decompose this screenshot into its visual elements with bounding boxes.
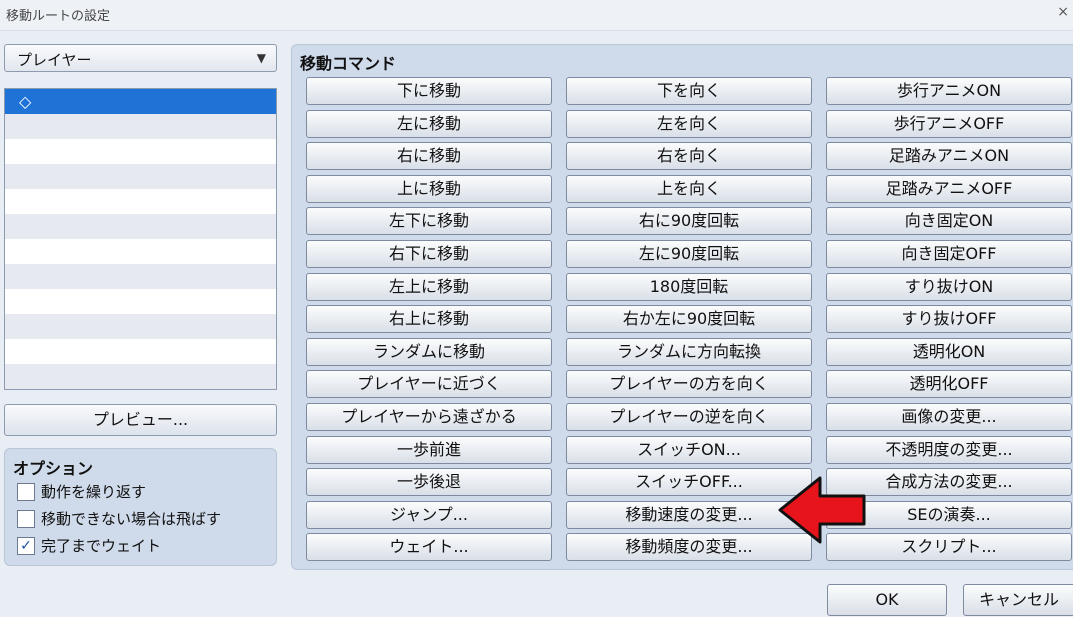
route-row[interactable]	[5, 214, 276, 239]
move-command-button[interactable]: 下に移動	[306, 77, 552, 105]
move-command-button[interactable]: 右上に移動	[306, 305, 552, 334]
option-repeat-label: 動作を繰り返す	[41, 483, 147, 501]
move-command-button[interactable]: ランダムに移動	[306, 337, 552, 366]
move-command-button[interactable]: すり抜けON	[826, 272, 1072, 301]
window-title: 移動ルートの設定	[6, 9, 111, 24]
route-row[interactable]	[5, 339, 276, 364]
move-command-button[interactable]: 一歩前進	[306, 435, 552, 464]
move-command-button[interactable]: 右下に移動	[306, 240, 552, 268]
move-command-button[interactable]: 右に90度回転	[566, 207, 812, 236]
chevron-down-icon: ▼	[256, 51, 266, 65]
checkbox-skip[interactable]	[17, 509, 35, 528]
move-command-title: 移動コマンド	[300, 54, 397, 73]
move-command-button[interactable]: 上を向く	[566, 174, 812, 203]
ok-button[interactable]: OK	[827, 584, 947, 616]
options-title: オプション	[13, 459, 94, 478]
preview-button[interactable]: プレビュー...	[4, 404, 277, 436]
move-command-button[interactable]: 左上に移動	[306, 272, 552, 301]
move-command-button[interactable]: 向き固定OFF	[826, 240, 1072, 268]
move-command-button[interactable]: 足踏みアニメON	[826, 142, 1072, 171]
character-select-value: プレイヤー	[17, 51, 92, 69]
move-command-button[interactable]: 透明化ON	[826, 337, 1072, 366]
option-wait-label: 完了までウェイト	[41, 537, 162, 555]
route-list[interactable]: ◇	[4, 88, 277, 390]
move-command-button[interactable]: 左下に移動	[306, 207, 552, 236]
move-command-button[interactable]: 向き固定ON	[826, 207, 1072, 236]
move-command-button[interactable]: プレイヤーから遠ざかる	[306, 403, 552, 431]
move-command-button[interactable]: 右を向く	[566, 142, 812, 171]
option-wait[interactable]: ✓ 完了までウェイト	[17, 535, 161, 559]
move-command-button[interactable]: 左を向く	[566, 109, 812, 138]
move-command-button[interactable]: すり抜けOFF	[826, 305, 1072, 334]
move-command-button[interactable]: 一歩後退	[306, 468, 552, 497]
move-command-button[interactable]: スイッチON...	[566, 435, 812, 464]
move-command-button[interactable]: 180度回転	[566, 272, 812, 301]
route-row[interactable]	[5, 239, 276, 264]
route-row[interactable]	[5, 164, 276, 189]
move-command-button[interactable]: 左に移動	[306, 109, 552, 138]
move-command-button[interactable]: 下を向く	[566, 77, 812, 105]
move-command-button[interactable]: 左に90度回転	[566, 240, 812, 268]
route-row[interactable]	[5, 114, 276, 139]
move-command-panel: 移動コマンド 下に移動左に移動右に移動上に移動左下に移動右下に移動左上に移動右上…	[291, 44, 1073, 570]
route-row[interactable]	[5, 264, 276, 289]
cancel-button[interactable]: キャンセル	[963, 584, 1073, 616]
route-row[interactable]: ◇	[5, 89, 276, 114]
move-command-button[interactable]: プレイヤーに近づく	[306, 370, 552, 399]
title-bar: 移動ルートの設定 ×	[0, 0, 1073, 31]
move-command-button[interactable]: プレイヤーの方を向く	[566, 370, 812, 399]
move-command-button[interactable]: 上に移動	[306, 174, 552, 203]
move-command-button[interactable]: 歩行アニメON	[826, 77, 1072, 105]
route-row[interactable]	[5, 139, 276, 164]
route-row[interactable]	[5, 189, 276, 214]
route-row[interactable]	[5, 314, 276, 339]
checkbox-repeat[interactable]	[17, 482, 35, 501]
option-skip-label: 移動できない場合は飛ばす	[41, 510, 222, 528]
move-command-button[interactable]: 歩行アニメOFF	[826, 109, 1072, 138]
move-command-button[interactable]: ランダムに方向転換	[566, 337, 812, 366]
move-command-button[interactable]: 右か左に90度回転	[566, 305, 812, 334]
red-arrow-icon	[778, 476, 866, 544]
route-row[interactable]	[5, 364, 276, 389]
move-command-button[interactable]: 不透明度の変更...	[826, 435, 1072, 464]
close-icon[interactable]: ×	[1057, 4, 1069, 20]
move-command-button[interactable]: ジャンプ...	[306, 500, 552, 529]
move-command-button[interactable]: 透明化OFF	[826, 370, 1072, 399]
checkbox-wait[interactable]: ✓	[17, 536, 35, 555]
move-command-button[interactable]: 右に移動	[306, 142, 552, 171]
options-group: オプション 動作を繰り返す 移動できない場合は飛ばす ✓ 完了までウェイト	[4, 448, 277, 566]
character-select[interactable]: プレイヤー ▼	[4, 44, 277, 72]
route-row[interactable]	[5, 289, 276, 314]
move-command-button[interactable]: ウェイト...	[306, 533, 552, 562]
move-command-button[interactable]: 画像の変更...	[826, 403, 1072, 431]
move-command-button[interactable]: プレイヤーの逆を向く	[566, 403, 812, 431]
option-repeat[interactable]: 動作を繰り返す	[17, 481, 146, 505]
option-skip[interactable]: 移動できない場合は飛ばす	[17, 508, 221, 532]
move-command-button[interactable]: 足踏みアニメOFF	[826, 174, 1072, 203]
